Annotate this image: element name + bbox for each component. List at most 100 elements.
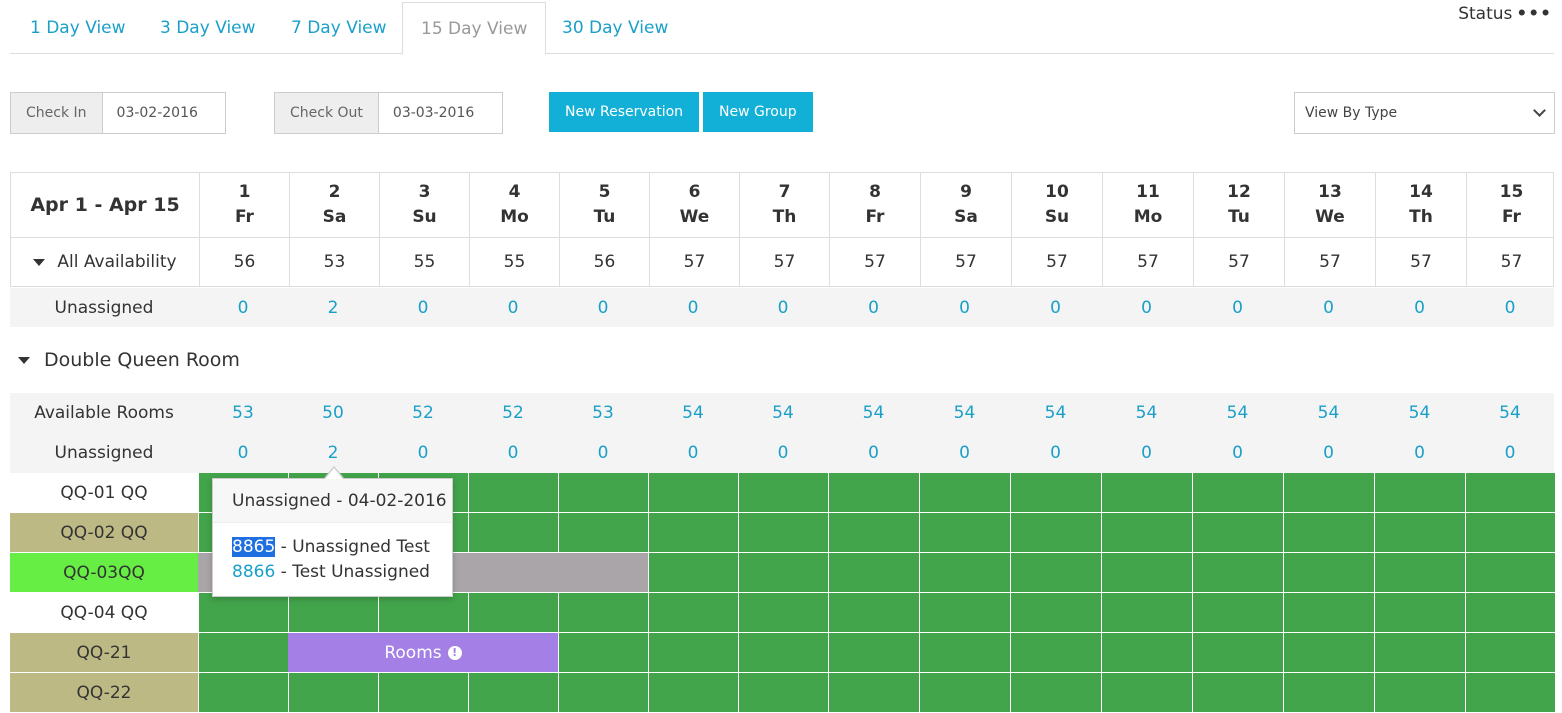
room-type-header[interactable]: Double Queen Room	[18, 349, 240, 371]
unassigned-total-cell[interactable]: 0	[558, 288, 648, 327]
available-rooms-cell[interactable]: 53	[558, 393, 648, 433]
unassigned-total-cell[interactable]: 0	[828, 288, 919, 327]
unassigned-cell[interactable]: 0	[738, 433, 828, 473]
room-day-cell[interactable]	[1101, 513, 1192, 553]
room-day-cell[interactable]	[378, 593, 468, 633]
room-day-cell[interactable]	[558, 513, 648, 553]
more-icon[interactable]: •••	[1516, 4, 1552, 24]
room-day-cell[interactable]	[1374, 633, 1465, 673]
available-rooms-cell[interactable]: 54	[1374, 393, 1465, 433]
available-rooms-cell[interactable]: 54	[828, 393, 919, 433]
room-day-cell[interactable]	[1010, 473, 1101, 513]
room-day-cell[interactable]	[558, 673, 648, 713]
unassigned-cell[interactable]: 0	[1283, 433, 1374, 473]
room-day-cell[interactable]	[648, 473, 738, 513]
unassigned-cell[interactable]: 0	[648, 433, 738, 473]
available-rooms-cell[interactable]: 54	[1283, 393, 1374, 433]
view-by-type-select[interactable]: View By Type	[1294, 92, 1555, 134]
room-day-cell[interactable]	[738, 673, 828, 713]
room-day-cell[interactable]	[738, 513, 828, 553]
unassigned-cell[interactable]: 0	[198, 433, 288, 473]
room-day-cell[interactable]	[828, 633, 919, 673]
room-day-cell[interactable]	[828, 673, 919, 713]
room-day-cell[interactable]	[198, 673, 288, 713]
tab-7-day-view[interactable]: 7 Day View	[291, 3, 387, 54]
room-day-cell[interactable]	[738, 593, 828, 633]
unassigned-total-cell[interactable]: 0	[468, 288, 558, 327]
room-day-cell[interactable]	[919, 673, 1010, 713]
room-day-cell[interactable]	[468, 473, 558, 513]
room-day-cell[interactable]	[648, 633, 738, 673]
room-day-cell[interactable]	[648, 673, 738, 713]
new-group-button[interactable]: New Group	[703, 92, 813, 132]
unassigned-cell[interactable]: 0	[919, 433, 1010, 473]
room-day-cell[interactable]	[288, 593, 378, 633]
room-day-cell[interactable]	[1010, 513, 1101, 553]
room-day-cell[interactable]	[1010, 553, 1101, 593]
room-day-cell[interactable]	[919, 553, 1010, 593]
available-rooms-cell[interactable]: 52	[378, 393, 468, 433]
room-day-cell[interactable]	[828, 553, 919, 593]
room-day-cell[interactable]	[648, 593, 738, 633]
tab-15-day-view[interactable]: 15 Day View	[402, 2, 547, 55]
room-day-cell[interactable]	[1283, 553, 1374, 593]
available-rooms-cell[interactable]: 54	[919, 393, 1010, 433]
room-day-cell[interactable]	[828, 473, 919, 513]
unassigned-cell[interactable]: 0	[378, 433, 468, 473]
tab-3-day-view[interactable]: 3 Day View	[160, 3, 256, 54]
unassigned-cell[interactable]: 0	[1465, 433, 1555, 473]
room-day-cell[interactable]	[648, 513, 738, 553]
unassigned-cell[interactable]: 0	[828, 433, 919, 473]
tab-30-day-view[interactable]: 30 Day View	[562, 3, 668, 54]
room-day-cell[interactable]	[1192, 633, 1283, 673]
room-day-cell[interactable]	[1192, 473, 1283, 513]
unassigned-total-cell[interactable]: 0	[919, 288, 1010, 327]
available-rooms-cell[interactable]: 54	[648, 393, 738, 433]
room-day-cell[interactable]	[828, 513, 919, 553]
unassigned-total-cell[interactable]: 0	[1283, 288, 1374, 327]
room-day-cell[interactable]	[1192, 553, 1283, 593]
room-day-cell[interactable]	[1283, 593, 1374, 633]
room-day-cell[interactable]	[1465, 593, 1555, 633]
room-label[interactable]: QQ-04 QQ	[10, 593, 198, 633]
room-day-cell[interactable]	[1283, 473, 1374, 513]
room-day-cell[interactable]	[1010, 633, 1101, 673]
room-day-cell[interactable]	[1101, 633, 1192, 673]
room-day-cell[interactable]	[919, 633, 1010, 673]
room-day-cell[interactable]	[919, 593, 1010, 633]
unassigned-total-cell[interactable]: 2	[288, 288, 378, 327]
unassigned-total-cell[interactable]: 0	[198, 288, 288, 327]
check-in-input[interactable]: 03-02-2016	[102, 93, 225, 133]
unassigned-cell[interactable]: 0	[468, 433, 558, 473]
room-day-cell[interactable]	[198, 633, 288, 673]
unassigned-cell[interactable]: 0	[1010, 433, 1101, 473]
tab-1-day-view[interactable]: 1 Day View	[30, 3, 126, 54]
available-rooms-cell[interactable]: 54	[1010, 393, 1101, 433]
room-day-cell[interactable]	[738, 553, 828, 593]
unassigned-cell[interactable]: 0	[1192, 433, 1283, 473]
room-day-cell[interactable]	[558, 633, 648, 673]
unassigned-total-cell[interactable]: 0	[1101, 288, 1192, 327]
room-day-cell[interactable]	[1465, 633, 1555, 673]
all-availability-label[interactable]: All Availability	[11, 238, 199, 286]
room-day-cell[interactable]	[1283, 633, 1374, 673]
room-day-cell[interactable]	[468, 513, 558, 553]
room-label[interactable]: QQ-21	[10, 633, 198, 673]
reservation-link-8865[interactable]: 8865	[232, 537, 276, 557]
room-day-cell[interactable]	[828, 593, 919, 633]
new-reservation-button[interactable]: New Reservation	[549, 92, 700, 132]
available-rooms-cell[interactable]: 50	[288, 393, 378, 433]
room-label[interactable]: QQ-01 QQ	[10, 473, 198, 513]
room-day-cell[interactable]	[919, 513, 1010, 553]
room-day-cell[interactable]	[1465, 673, 1555, 713]
unassigned-cell[interactable]: 0	[558, 433, 648, 473]
room-day-cell[interactable]	[1374, 513, 1465, 553]
room-day-cell[interactable]	[468, 593, 558, 633]
room-day-cell[interactable]	[1283, 513, 1374, 553]
unassigned-total-cell[interactable]: 0	[1192, 288, 1283, 327]
available-rooms-cell[interactable]: 52	[468, 393, 558, 433]
room-day-cell[interactable]	[1374, 673, 1465, 713]
available-rooms-cell[interactable]: 53	[198, 393, 288, 433]
check-out-input[interactable]: 03-03-2016	[378, 93, 502, 133]
room-label[interactable]: QQ-22	[10, 673, 198, 713]
